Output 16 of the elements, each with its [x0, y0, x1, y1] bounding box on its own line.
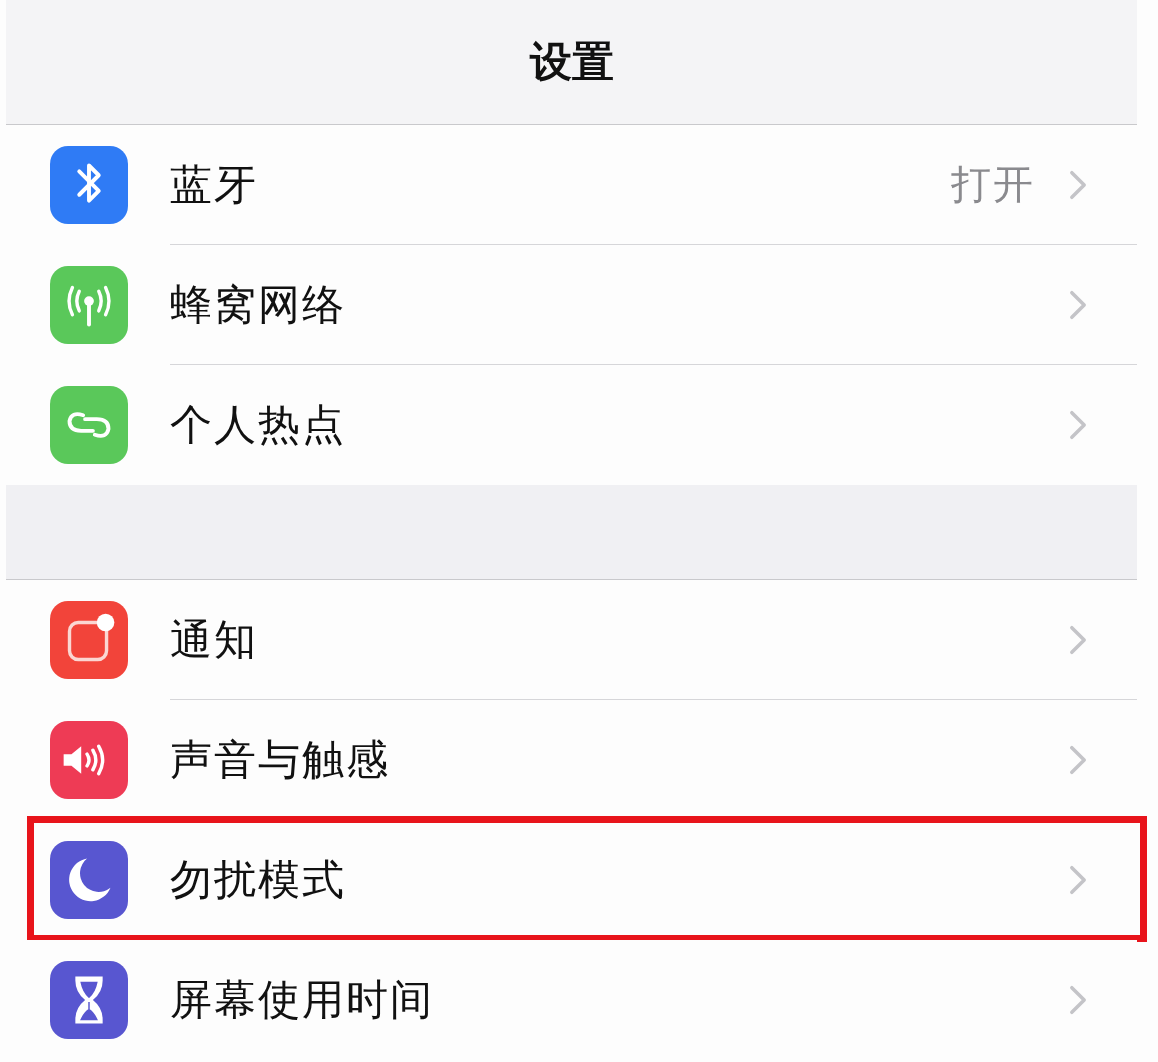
row-label: 个人热点	[170, 399, 347, 451]
row-value: 打开	[951, 160, 1035, 209]
chevron-icon	[1069, 744, 1087, 775]
row-label: 勿扰模式	[170, 853, 347, 906]
chevron-icon	[1069, 169, 1087, 200]
row-label: 蓝牙	[170, 158, 259, 211]
screen-title: 设置	[529, 36, 614, 88]
chevron-icon	[1069, 985, 1087, 1015]
chevron-icon	[1069, 410, 1087, 440]
chevron-icon	[1069, 289, 1087, 320]
row-label: 屏幕使用时间	[170, 974, 435, 1026]
row-label: 通知	[170, 613, 259, 666]
row-label: 蜂窝网络	[170, 278, 347, 331]
chevron-icon	[1069, 624, 1087, 655]
chevron-icon	[1069, 864, 1087, 895]
row-label: 声音与触感	[170, 733, 391, 786]
